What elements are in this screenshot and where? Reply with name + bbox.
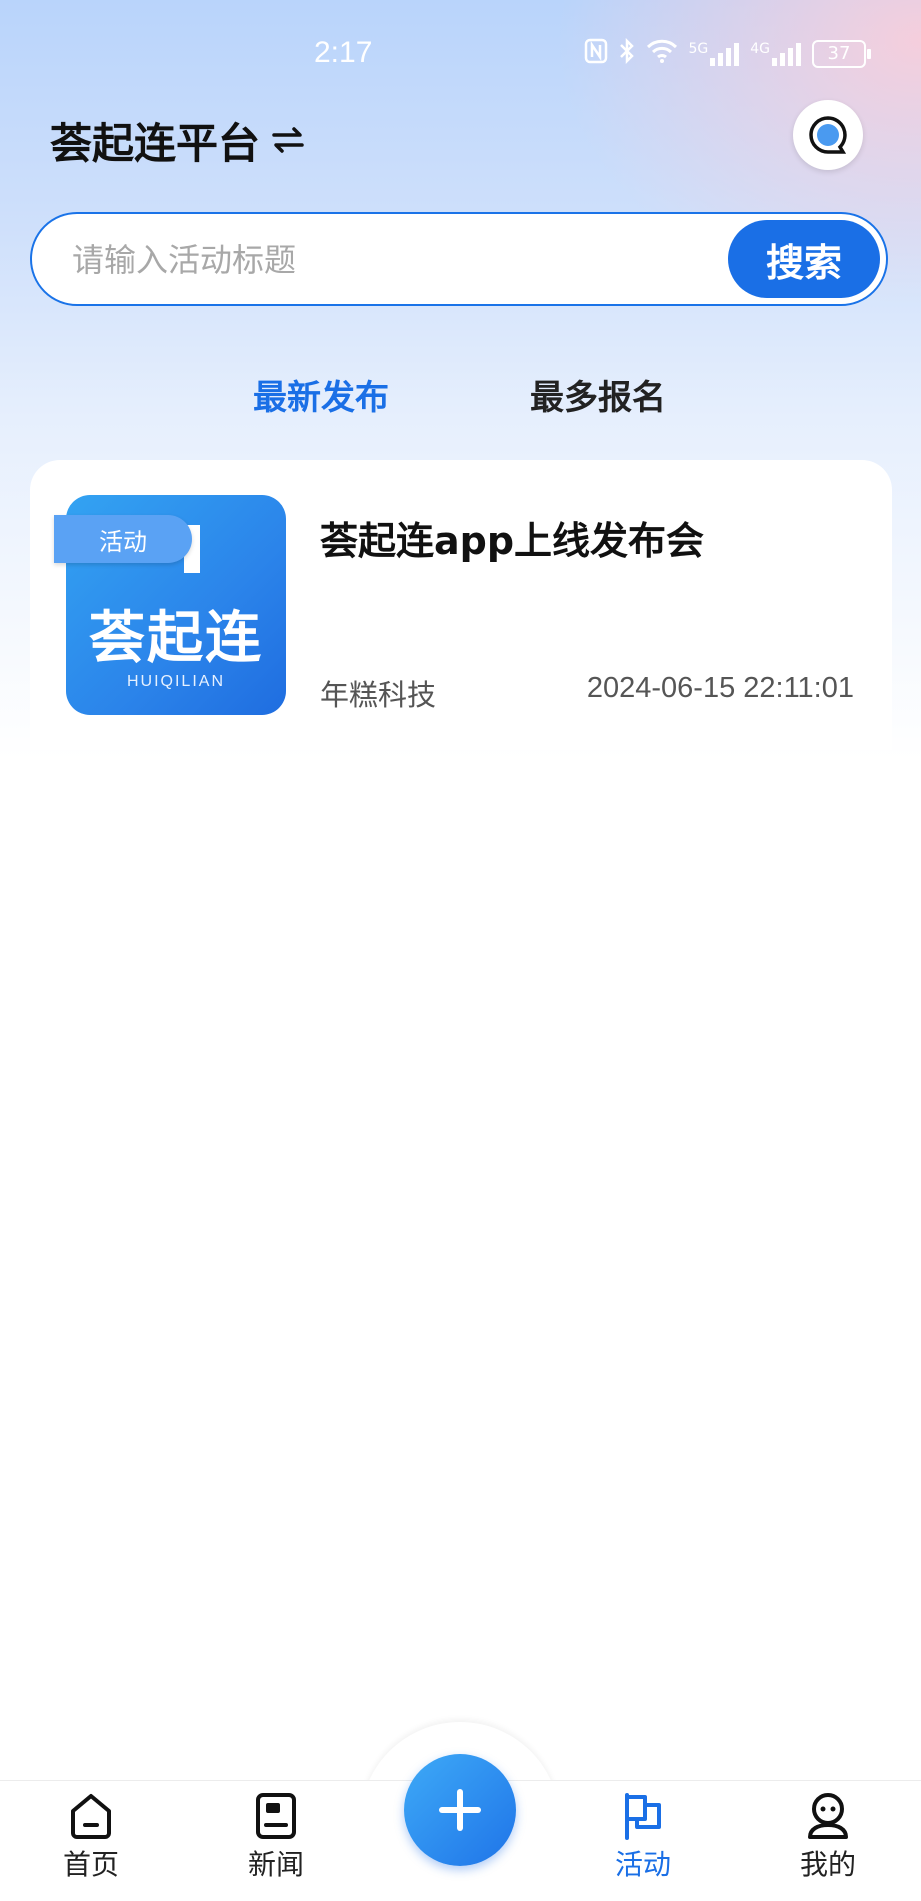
activity-tag: 活动: [54, 515, 192, 563]
bluetooth-icon: [618, 37, 636, 70]
activity-card[interactable]: 荟起连 HUIQILIAN 活动 荟起连app上线发布会 年糕科技 2024-0…: [30, 460, 892, 750]
status-time: 2:17: [314, 36, 373, 69]
thumb-sub: HUIQILIAN: [126, 673, 225, 690]
add-button[interactable]: [404, 1754, 516, 1866]
nav-item-activity[interactable]: 活动: [578, 1791, 708, 1883]
status-icons: 5G 4G 37: [584, 37, 871, 70]
search-box: 搜索: [30, 212, 888, 306]
activity-title: 荟起连app上线发布会: [320, 519, 705, 563]
chat-bubble-icon: [809, 116, 847, 154]
flag-icon: [625, 1793, 661, 1840]
user-icon: [808, 1793, 848, 1839]
home-icon: [71, 1794, 111, 1839]
signal-5g-label: 5G: [688, 41, 709, 57]
thumb-brand: 荟起连: [89, 606, 263, 671]
switch-icon[interactable]: [268, 120, 308, 160]
wifi-icon: [646, 39, 678, 69]
plus-icon: [439, 1789, 481, 1831]
nav-item-news[interactable]: 新闻: [211, 1791, 341, 1883]
activity-date: 2024-06-15 22:11:01: [586, 672, 854, 704]
nav-label-news: 新闻: [247, 1848, 304, 1881]
status-bar: 2:17 5G 4G 37: [0, 0, 921, 100]
platform-title[interactable]: 荟起连平台: [50, 110, 260, 171]
nav-label-activity: 活动: [614, 1848, 671, 1881]
signal-5g-icon: 5G: [688, 42, 740, 66]
nav-item-home[interactable]: 首页: [26, 1791, 156, 1883]
tab-most-registered[interactable]: 最多报名: [530, 370, 666, 419]
search-input[interactable]: [70, 234, 714, 286]
header: 荟起连平台: [50, 110, 308, 170]
nfc-icon: [584, 38, 608, 70]
message-button[interactable]: [793, 100, 863, 170]
nav-label-home: 首页: [62, 1848, 119, 1881]
sort-tabs: 最新发布 最多报名: [0, 370, 921, 420]
nav-label-mine: 我的: [799, 1848, 856, 1881]
search-button[interactable]: 搜索: [728, 220, 880, 298]
activity-organizer: 年糕科技: [320, 678, 437, 712]
battery-icon: 37: [812, 40, 871, 68]
tab-latest[interactable]: 最新发布: [253, 370, 389, 419]
nav-item-mine[interactable]: 我的: [763, 1791, 893, 1883]
signal-4g-label: 4G: [750, 41, 770, 57]
news-icon: [256, 1793, 296, 1839]
signal-4g-icon: 4G: [750, 42, 802, 66]
